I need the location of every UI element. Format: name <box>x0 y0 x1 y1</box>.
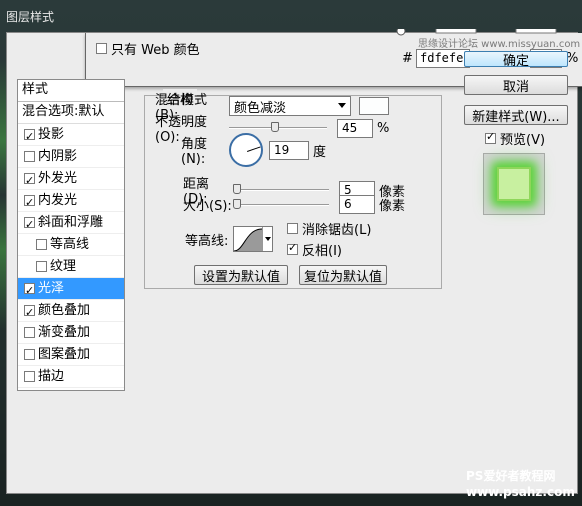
size-slider-thumb[interactable] <box>233 198 241 209</box>
style-item[interactable]: 内发光 <box>18 190 124 214</box>
site-logo-url: www.psahz.com <box>466 485 575 499</box>
contour-dropdown-icon[interactable] <box>262 227 272 251</box>
web-colors-only-label: 只有 Web 颜色 <box>111 43 200 58</box>
style-item[interactable]: 斜面和浮雕 <box>18 212 124 236</box>
contour-picker[interactable] <box>233 226 273 252</box>
style-item-label: 外发光 <box>38 170 78 186</box>
size-label: 大小(S): <box>183 199 232 214</box>
size-row: 大小(S): 6 像素 <box>183 195 405 214</box>
window-title: 图层样式 <box>6 10 55 24</box>
style-item[interactable]: 外发光 <box>18 168 124 192</box>
opacity-input[interactable]: 45 <box>337 118 373 138</box>
antialias-option[interactable]: 消除锯齿(L) <box>287 219 371 238</box>
style-item-label: 颜色叠加 <box>38 302 91 318</box>
preview-label: 预览(V) <box>500 133 546 148</box>
hex-color-input[interactable]: fdfefe <box>416 49 470 68</box>
antialias-checkbox[interactable] <box>287 223 298 234</box>
angle-dial-hand <box>247 146 261 152</box>
style-item-label: 等高线 <box>50 236 90 252</box>
style-item-label: 斜面和浮雕 <box>38 214 104 230</box>
style-item[interactable]: 图案叠加 <box>18 344 124 366</box>
web-colors-only-checkbox[interactable] <box>96 43 107 54</box>
style-item-checkbox[interactable] <box>24 349 35 360</box>
angle-row: 角度(N): 19 度 <box>181 133 326 167</box>
styles-list: 样式 混合选项:默认 投影内阴影外发光内发光斜面和浮雕等高线纹理光泽颜色叠加渐变… <box>17 79 125 391</box>
blending-options-item[interactable]: 混合选项:默认 <box>18 102 124 124</box>
ok-button[interactable]: 确定 <box>464 51 568 69</box>
style-item[interactable]: 光泽 <box>18 278 124 302</box>
style-item-label: 描边 <box>38 368 65 384</box>
style-item[interactable]: 颜色叠加 <box>18 300 124 324</box>
web-colors-only-option[interactable]: 只有 Web 颜色 <box>96 39 200 58</box>
style-item-label: 渐变叠加 <box>38 324 91 340</box>
style-preview <box>483 153 545 215</box>
antialias-label: 消除锯齿(L) <box>302 223 372 238</box>
style-item-checkbox[interactable] <box>24 327 35 338</box>
style-item-checkbox[interactable] <box>24 192 35 214</box>
reset-default-button[interactable]: 复位为默认值 <box>299 265 387 285</box>
style-item-checkbox[interactable] <box>24 280 35 302</box>
opacity-slider[interactable] <box>229 122 327 132</box>
opacity-slider-thumb[interactable] <box>271 122 279 132</box>
style-item-checkbox[interactable] <box>24 302 35 324</box>
preview-option[interactable]: 预览(V) <box>485 129 545 148</box>
opacity-unit: % <box>377 120 390 136</box>
style-item-checkbox[interactable] <box>36 261 47 272</box>
angle-unit: 度 <box>313 144 327 160</box>
contour-label: 等高线: <box>185 233 229 249</box>
size-unit: 像素 <box>379 199 406 214</box>
distance-slider[interactable] <box>233 184 329 194</box>
angle-dial[interactable] <box>229 133 263 167</box>
contour-preview <box>233 227 263 252</box>
style-item-label: 纹理 <box>50 258 77 274</box>
style-item-label: 投影 <box>38 126 65 142</box>
layer-style-dialog: 思缘设计论坛 www.missyuan.com 只有 Web 颜色 # fdfe… <box>6 29 582 494</box>
style-item-checkbox[interactable] <box>24 151 35 162</box>
distance-slider-thumb[interactable] <box>233 184 241 194</box>
style-item[interactable]: 描边 <box>18 366 124 388</box>
style-item-checkbox[interactable] <box>36 239 47 250</box>
style-item-label: 光泽 <box>38 280 65 296</box>
new-style-button[interactable]: 新建样式(W)... <box>464 105 568 125</box>
style-item-label: 内阴影 <box>38 148 78 164</box>
style-item-checkbox[interactable] <box>24 170 35 192</box>
preview-thumbnail <box>497 167 531 201</box>
size-slider[interactable] <box>233 198 329 209</box>
angle-input[interactable]: 19 <box>269 140 309 160</box>
styles-header[interactable]: 样式 <box>18 80 124 102</box>
size-input[interactable]: 6 <box>339 195 375 214</box>
style-item-label: 内发光 <box>38 192 78 208</box>
style-item[interactable]: 渐变叠加 <box>18 322 124 344</box>
angle-label: 角度(N): <box>181 137 208 167</box>
invert-label: 反相(I) <box>302 244 342 259</box>
style-item[interactable]: 内阴影 <box>18 146 124 168</box>
site-logo: PS爱好者教程网 www.psahz.com <box>466 468 575 500</box>
site-logo-name: PS爱好者教程网 <box>466 469 556 483</box>
style-item[interactable]: 投影 <box>18 124 124 148</box>
cancel-button[interactable]: 取消 <box>464 75 568 95</box>
invert-option[interactable]: 反相(I) <box>287 240 371 259</box>
style-item-checkbox[interactable] <box>24 126 35 148</box>
style-item-label: 图案叠加 <box>38 346 91 362</box>
contour-row: 等高线: 消除锯齿(L) 反相(I) <box>185 219 371 259</box>
preview-checkbox[interactable] <box>485 130 496 144</box>
style-item-checkbox[interactable] <box>24 371 35 382</box>
hex-hash-label: # <box>402 51 413 66</box>
set-default-button[interactable]: 设置为默认值 <box>194 265 288 285</box>
style-item[interactable]: 纹理 <box>18 256 124 278</box>
invert-checkbox[interactable] <box>287 241 298 255</box>
style-item-checkbox[interactable] <box>24 214 35 236</box>
chevron-down-icon <box>338 103 346 108</box>
forum-watermark: 思缘设计论坛 www.missyuan.com <box>418 39 581 50</box>
style-item[interactable]: 等高线 <box>18 234 124 256</box>
